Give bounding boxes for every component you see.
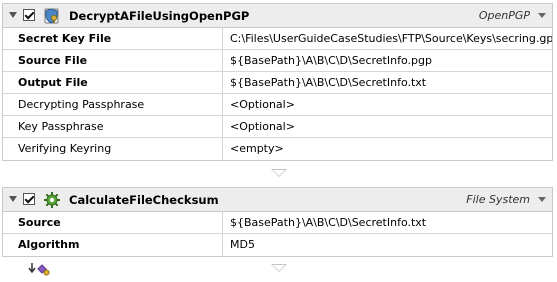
field-row-output-file: Output File ${BasePath}\A\B\C\D\SecretIn…: [3, 72, 552, 94]
collapse-toggle-icon[interactable]: [9, 196, 17, 202]
chevron-down-icon[interactable]: [538, 13, 546, 18]
action-category: File System: [466, 193, 530, 206]
collapse-toggle-icon[interactable]: [9, 12, 17, 18]
decrypting-passphrase-value[interactable]: <Optional>: [223, 94, 552, 115]
field-row-source: Source ${BasePath}\A\B\C\D\SecretInfo.tx…: [3, 212, 552, 234]
field-label: Output File: [3, 72, 223, 93]
field-label: Secret Key File: [3, 28, 223, 49]
secret-key-file-value[interactable]: C:\Files\UserGuideCaseStudies\FTP\Source…: [223, 28, 552, 49]
action-card-decrypt: DecryptAFileUsingOpenPGP OpenPGP Secret …: [2, 3, 553, 161]
flow-connector-icon: [271, 264, 287, 272]
action-category: OpenPGP: [478, 9, 530, 22]
chevron-down-icon[interactable]: [538, 197, 546, 202]
field-row-key-passphrase: Key Passphrase <Optional>: [3, 116, 552, 138]
action-name: DecryptAFileUsingOpenPGP: [69, 9, 250, 23]
field-label: Decrypting Passphrase: [3, 94, 223, 115]
pgp-key-icon: [44, 8, 59, 24]
verifying-keyring-value[interactable]: <empty>: [223, 138, 552, 160]
field-label: Algorithm: [3, 234, 223, 256]
field-row-secret-key-file: Secret Key File C:\Files\UserGuideCaseSt…: [3, 28, 552, 50]
flow-connector-icon: [271, 169, 287, 177]
output-file-value[interactable]: ${BasePath}\A\B\C\D\SecretInfo.txt: [223, 72, 552, 93]
field-label: Verifying Keyring: [3, 138, 223, 160]
enable-checkbox[interactable]: [23, 9, 35, 21]
field-label: Source File: [3, 50, 223, 71]
action-header: CalculateFileChecksum File System: [3, 188, 552, 212]
source-file-value[interactable]: ${BasePath}\A\B\C\D\SecretInfo.pgp: [223, 50, 552, 71]
field-row-algorithm: Algorithm MD5: [3, 234, 552, 256]
add-action-icon[interactable]: [28, 262, 50, 276]
key-passphrase-value[interactable]: <Optional>: [223, 116, 552, 137]
field-label: Key Passphrase: [3, 116, 223, 137]
field-label: Source: [3, 212, 223, 233]
action-name: CalculateFileChecksum: [69, 193, 219, 207]
algorithm-value[interactable]: MD5: [223, 234, 552, 256]
action-card-checksum: CalculateFileChecksum File System Source…: [2, 187, 553, 257]
field-row-verifying-keyring: Verifying Keyring <empty>: [3, 138, 552, 160]
source-value[interactable]: ${BasePath}\A\B\C\D\SecretInfo.txt: [223, 212, 552, 233]
field-row-decrypting-passphrase: Decrypting Passphrase <Optional>: [3, 94, 552, 116]
enable-checkbox[interactable]: [23, 193, 35, 205]
field-row-source-file: Source File ${BasePath}\A\B\C\D\SecretIn…: [3, 50, 552, 72]
checksum-icon: [44, 192, 60, 208]
action-header: DecryptAFileUsingOpenPGP OpenPGP: [3, 4, 552, 28]
